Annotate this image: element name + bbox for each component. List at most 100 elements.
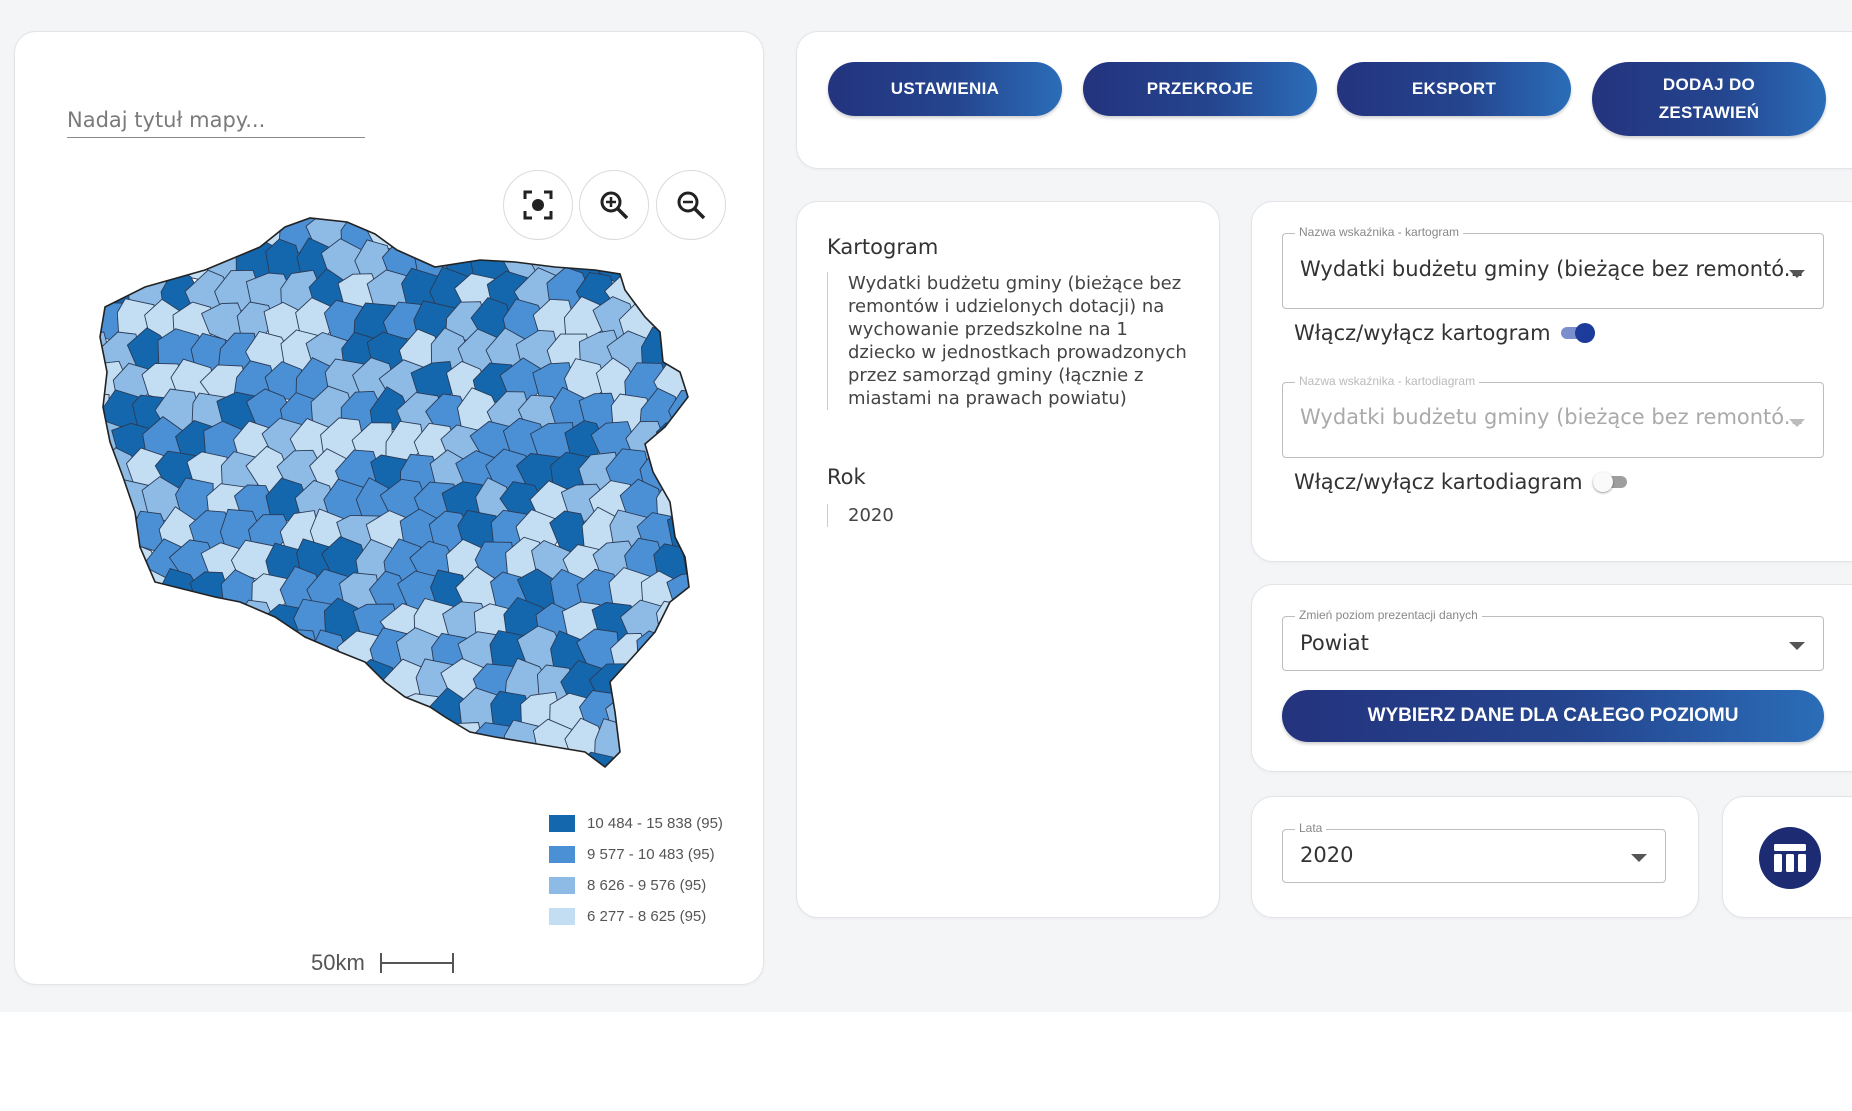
- map-region[interactable]: [100, 689, 144, 736]
- map-region[interactable]: [114, 783, 155, 793]
- map-region[interactable]: [445, 779, 484, 792]
- map-region[interactable]: [490, 212, 531, 258]
- map-region[interactable]: [85, 452, 113, 497]
- map-region[interactable]: [490, 749, 534, 792]
- map-region[interactable]: [219, 630, 261, 673]
- map-region[interactable]: [636, 630, 686, 673]
- map-region[interactable]: [686, 421, 715, 460]
- map-region[interactable]: [98, 570, 141, 617]
- map-region[interactable]: [624, 212, 668, 222]
- map-region[interactable]: [294, 780, 336, 792]
- map-region[interactable]: [110, 600, 154, 645]
- add-to-sets-button[interactable]: DODAJ DO ZESTAWIEŃ: [1592, 62, 1826, 136]
- map-region[interactable]: [681, 783, 715, 792]
- map-region[interactable]: [624, 783, 670, 793]
- map-region[interactable]: [190, 752, 234, 792]
- map-region[interactable]: [85, 509, 114, 554]
- map-region[interactable]: [393, 212, 445, 253]
- map-regions[interactable]: [85, 212, 715, 792]
- map-region[interactable]: [623, 716, 669, 765]
- map-region[interactable]: [85, 660, 128, 703]
- map-region[interactable]: [85, 541, 97, 585]
- map-region[interactable]: [546, 212, 591, 255]
- map-region[interactable]: [633, 270, 685, 318]
- map-region[interactable]: [686, 479, 715, 527]
- map-region[interactable]: [355, 784, 396, 792]
- map-region[interactable]: [219, 691, 261, 738]
- map-region[interactable]: [636, 750, 681, 791]
- map-region[interactable]: [477, 212, 517, 225]
- map-region[interactable]: [455, 212, 504, 257]
- map-region[interactable]: [369, 751, 411, 789]
- map-region[interactable]: [697, 326, 715, 375]
- map-region[interactable]: [310, 749, 355, 790]
- kartogram-toggle[interactable]: [1560, 322, 1595, 344]
- table-view-button[interactable]: [1759, 827, 1821, 889]
- map-region[interactable]: [205, 722, 248, 766]
- map-region[interactable]: [518, 212, 559, 254]
- map-region[interactable]: [700, 507, 715, 553]
- map-region[interactable]: [594, 781, 639, 792]
- map-region[interactable]: [679, 597, 715, 641]
- map-region[interactable]: [111, 239, 157, 282]
- map-region[interactable]: [85, 717, 96, 761]
- map-region[interactable]: [501, 212, 549, 221]
- map-region[interactable]: [275, 751, 319, 792]
- map-region[interactable]: [87, 237, 126, 283]
- map-region[interactable]: [146, 780, 182, 792]
- map-region[interactable]: [504, 781, 543, 792]
- years-select[interactable]: Lata 2020: [1282, 821, 1666, 883]
- map-region[interactable]: [97, 212, 145, 255]
- map-region[interactable]: [669, 451, 711, 497]
- map-region[interactable]: [266, 782, 311, 792]
- map-region[interactable]: [654, 781, 698, 792]
- choropleth-map[interactable]: [85, 212, 715, 792]
- map-region[interactable]: [85, 212, 127, 226]
- map-region[interactable]: [187, 685, 230, 734]
- map-region[interactable]: [109, 718, 158, 762]
- map-region[interactable]: [249, 752, 290, 792]
- map-region[interactable]: [656, 600, 700, 643]
- map-region[interactable]: [85, 603, 101, 645]
- map-region[interactable]: [696, 748, 715, 792]
- map-region[interactable]: [126, 688, 172, 736]
- map-region[interactable]: [275, 692, 320, 733]
- map-region[interactable]: [648, 718, 701, 763]
- map-region[interactable]: [293, 661, 338, 704]
- map-region[interactable]: [698, 454, 715, 494]
- map-region[interactable]: [429, 212, 473, 256]
- map-region[interactable]: [652, 212, 696, 225]
- map-region[interactable]: [384, 212, 431, 229]
- map-region[interactable]: [186, 212, 234, 257]
- map-region[interactable]: [174, 721, 219, 767]
- map-region[interactable]: [350, 716, 396, 765]
- map-region[interactable]: [415, 778, 454, 792]
- map-region[interactable]: [277, 629, 322, 677]
- map-region[interactable]: [565, 781, 603, 793]
- map-region[interactable]: [85, 212, 102, 222]
- map-region[interactable]: [126, 750, 171, 792]
- map-region[interactable]: [440, 722, 485, 768]
- map-title-input[interactable]: [67, 102, 365, 138]
- map-region[interactable]: [685, 359, 715, 403]
- map-region[interactable]: [160, 750, 201, 791]
- map-region[interactable]: [323, 663, 368, 703]
- map-region[interactable]: [651, 239, 696, 282]
- map-region[interactable]: [310, 693, 354, 731]
- map-region[interactable]: [153, 686, 204, 733]
- map-region[interactable]: [293, 720, 340, 762]
- map-region[interactable]: [430, 746, 470, 791]
- level-select[interactable]: Zmień poziom prezentacji danych Powiat: [1282, 608, 1824, 671]
- map-region[interactable]: [143, 658, 191, 702]
- map-region[interactable]: [519, 748, 558, 792]
- map-region[interactable]: [234, 661, 275, 704]
- map-region[interactable]: [535, 212, 580, 220]
- map-region[interactable]: [173, 212, 220, 222]
- map-region[interactable]: [685, 718, 715, 766]
- map-region[interactable]: [698, 633, 715, 670]
- map-region[interactable]: [85, 779, 127, 792]
- kartodiagram-indicator-select[interactable]: Nazwa wskaźnika - kartodiagram Wydatki b…: [1282, 374, 1824, 458]
- map-region[interactable]: [531, 778, 577, 792]
- map-region[interactable]: [204, 781, 245, 792]
- map-region[interactable]: [701, 568, 715, 613]
